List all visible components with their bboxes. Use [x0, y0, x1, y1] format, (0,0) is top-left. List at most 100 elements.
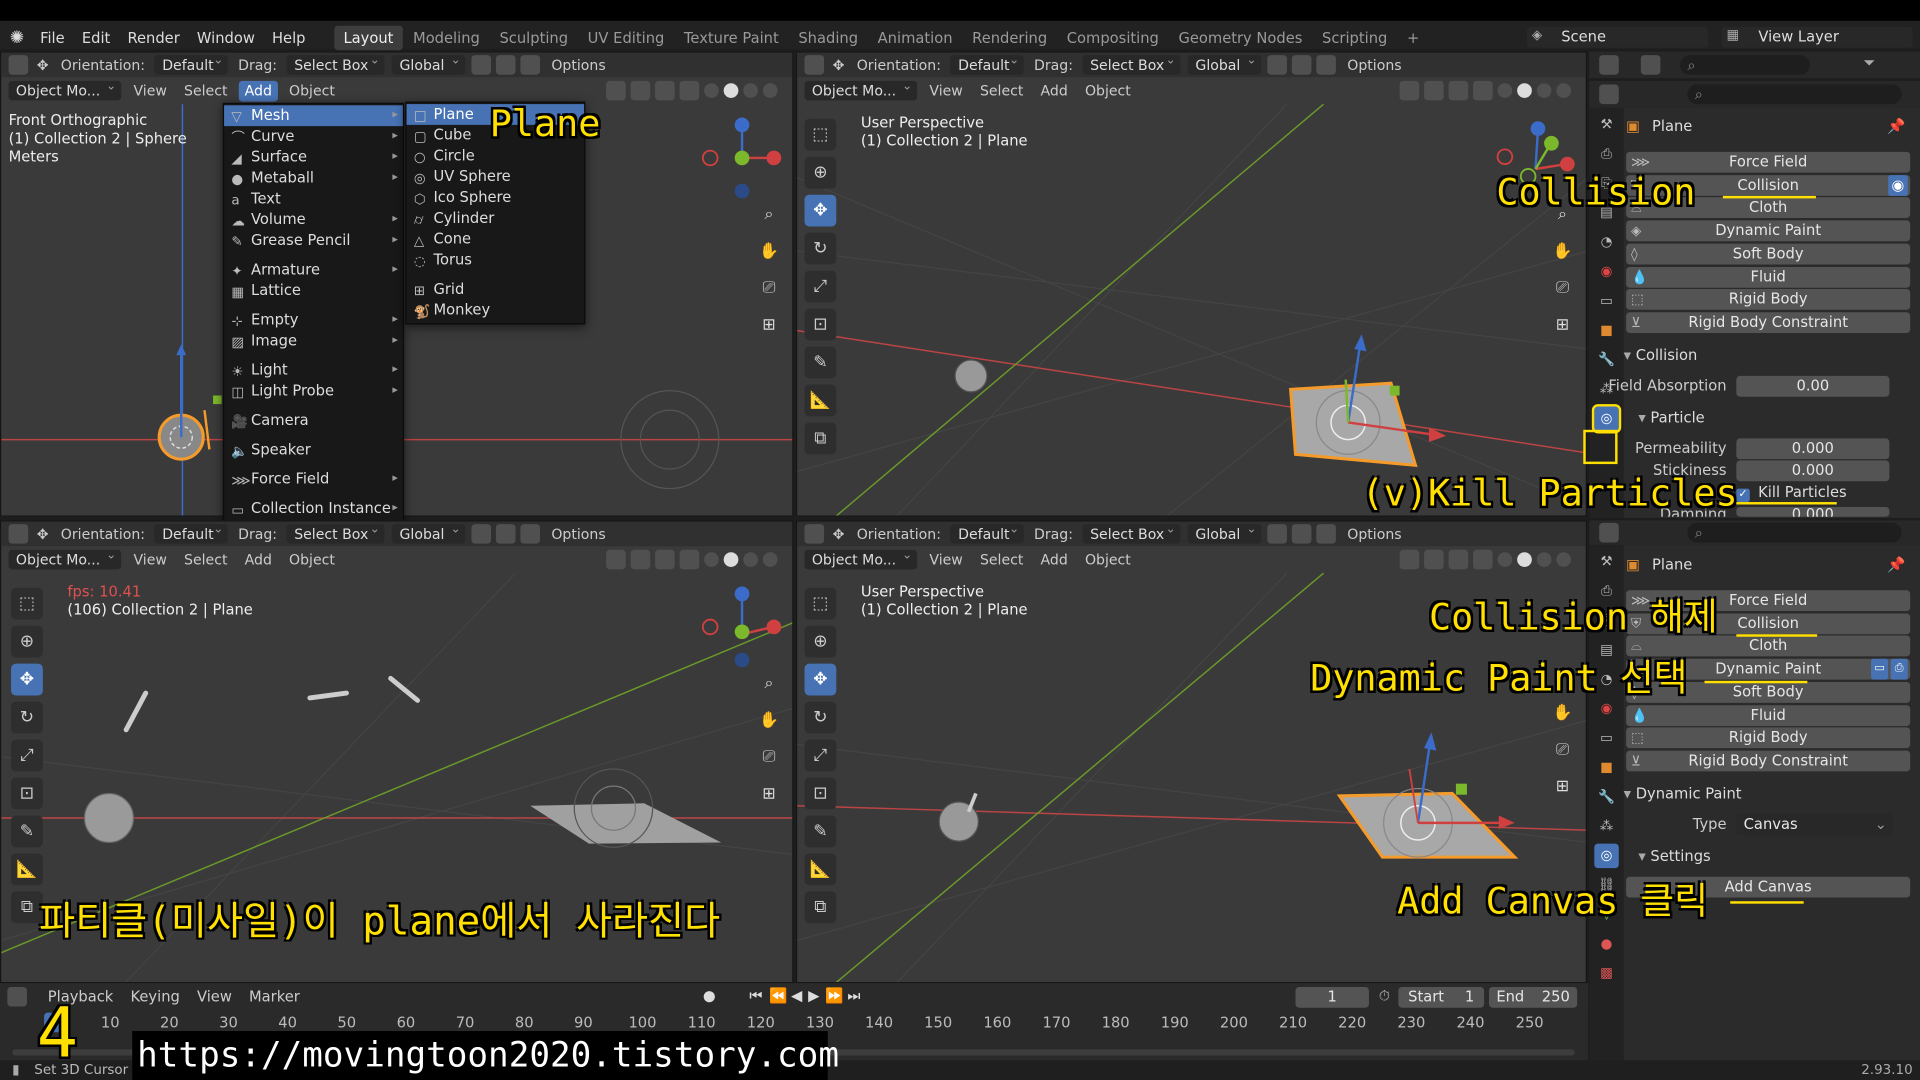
mode-dropdown[interactable]: Object Mo... — [8, 77, 122, 101]
mesh-menu-item-torus[interactable]: ◌ Torus — [407, 250, 585, 271]
select-menu[interactable]: Select — [974, 80, 1030, 101]
mesh-menu-item-cone[interactable]: △ Cone — [407, 229, 585, 250]
workspace-tab-compositing[interactable]: Compositing — [1057, 26, 1169, 50]
gizmo-icon[interactable] — [630, 549, 651, 570]
view-menu[interactable]: View — [127, 80, 173, 101]
orientation-dropdown[interactable]: Default — [154, 522, 229, 544]
transform-tool-icon[interactable]: ⊡ — [804, 777, 837, 810]
cursor-tool-icon[interactable]: ⊕ — [804, 625, 837, 658]
annotate-tool-icon[interactable]: ✎ — [804, 815, 837, 848]
add-menu[interactable]: Add — [1034, 549, 1074, 570]
zoom-icon[interactable]: ⌕ — [756, 202, 783, 229]
add-menu-item-image[interactable]: ▨ Image ▸ — [224, 331, 403, 352]
properties-search-input[interactable]: ⌕ — [1687, 522, 1902, 543]
drag-dropdown[interactable]: Select Box — [286, 53, 385, 75]
particle-section-header[interactable]: ▾ Particle — [1638, 409, 1704, 426]
eye-icon[interactable]: ◉ — [1888, 174, 1908, 196]
wireframe-shading-icon[interactable] — [1497, 83, 1513, 98]
add-menu[interactable]: Add — [239, 549, 279, 570]
add-menu-item-armature[interactable]: ✦ Armature ▸ — [224, 260, 403, 281]
pivot-icon[interactable] — [471, 55, 492, 75]
cursor-tool-icon[interactable]: ⊕ — [804, 156, 837, 189]
add-cube-tool-icon[interactable]: ⧉ — [804, 891, 837, 924]
visibility-icon[interactable] — [606, 549, 626, 570]
pivot-icon[interactable] — [471, 524, 492, 544]
rotate-tool-icon[interactable]: ↻ — [804, 701, 837, 734]
camera-view-icon[interactable]: ⎚ — [1549, 737, 1576, 764]
select-menu[interactable]: Select — [178, 80, 234, 101]
gizmo-icon[interactable] — [1424, 80, 1444, 101]
move-tool-icon[interactable]: ✥ — [804, 194, 837, 227]
mesh-menu-item-cylinder[interactable]: ⌭ Cylinder — [407, 208, 585, 229]
transform-tool-icon[interactable]: ⊡ — [804, 308, 837, 341]
pivot-icon[interactable] — [1267, 524, 1288, 544]
overlay-icon[interactable] — [1448, 80, 1469, 101]
add-menu-item-camera[interactable]: 🎥 Camera — [224, 410, 403, 431]
snap-icon[interactable] — [1292, 524, 1312, 544]
camera-view-icon[interactable]: ⎚ — [1549, 276, 1576, 303]
add-menu[interactable]: Add — [238, 80, 279, 102]
add-menu-item-light[interactable]: ☀ Light ▸ — [224, 360, 403, 381]
options-button[interactable]: Options — [545, 523, 612, 544]
mesh-menu-item-monkey[interactable]: 🐒 Monkey — [407, 300, 585, 321]
current-frame-field[interactable]: 1 — [1295, 986, 1369, 1008]
add-workspace-button[interactable]: + — [1397, 26, 1429, 50]
mode-dropdown[interactable]: Object Mo... — [804, 77, 918, 101]
workspace-tab-geometry-nodes[interactable]: Geometry Nodes — [1169, 26, 1313, 50]
physics-tab-icon[interactable]: ◎ — [1591, 404, 1622, 434]
play-reverse-icon[interactable]: ◀ — [791, 987, 802, 1004]
visibility-toggle-icon[interactable]: ▭ — [1871, 658, 1889, 680]
solid-shading-icon[interactable] — [723, 552, 739, 567]
proportional-icon[interactable] — [1316, 55, 1337, 75]
pan-hand-icon[interactable]: ✋ — [1549, 700, 1576, 727]
add-menu-item-force-field[interactable]: ⋙ Force Field ▸ — [224, 469, 403, 490]
navigation-gizmo[interactable] — [701, 116, 788, 202]
rendered-shading-icon[interactable] — [1556, 552, 1572, 567]
force-field-button[interactable]: ⋙ Force Field — [1626, 151, 1911, 173]
view-menu[interactable]: View — [923, 549, 969, 570]
snap-icon[interactable] — [496, 55, 516, 75]
rotate-tool-icon[interactable]: ↻ — [804, 232, 837, 265]
rendered-shading-icon[interactable] — [762, 552, 778, 567]
add-menu-item-speaker[interactable]: 🔈 Speaker — [224, 440, 403, 461]
rotate-tool-icon[interactable]: ↻ — [11, 701, 43, 734]
workspace-tab-rendering[interactable]: Rendering — [962, 26, 1057, 50]
solid-shading-icon[interactable] — [723, 83, 739, 98]
rendered-shading-icon[interactable] — [1556, 83, 1572, 98]
material-shading-icon[interactable] — [743, 552, 758, 567]
visibility-icon[interactable] — [1399, 549, 1420, 570]
material-shading-icon[interactable] — [743, 83, 758, 98]
view-layer-selector[interactable]: ▦ View Layer — [1721, 26, 1913, 48]
move-tool-icon[interactable]: ✥ — [11, 663, 43, 696]
overlay-icon[interactable] — [655, 80, 675, 101]
viewport-user-persp-top[interactable]: ✥ Orientation: Default Drag: Select Box … — [795, 51, 1587, 517]
menu-window[interactable]: Window — [188, 24, 263, 51]
scale-tool-icon[interactable]: ⤢ — [11, 739, 43, 772]
xray-icon[interactable] — [679, 80, 700, 101]
material-shading-icon[interactable] — [1536, 552, 1552, 567]
select-menu[interactable]: Select — [178, 549, 234, 570]
add-menu-item-text[interactable]: a Text — [224, 189, 403, 210]
permeability-field[interactable]: 0.000 — [1736, 438, 1890, 460]
keying-menu[interactable]: Keying — [124, 986, 186, 1007]
object-menu[interactable]: Object — [283, 549, 341, 570]
editor-type-icon[interactable] — [8, 55, 29, 75]
object-tab-icon[interactable]: ■ — [1594, 756, 1618, 780]
scale-tool-icon[interactable]: ⤢ — [804, 739, 837, 772]
add-menu-item-light-probe[interactable]: ◫ Light Probe ▸ — [224, 381, 403, 402]
grid-toggle-icon[interactable]: ⊞ — [756, 312, 783, 339]
gizmo-icon[interactable] — [630, 80, 651, 101]
modifier-tab-icon[interactable]: 🔧 — [1594, 785, 1618, 809]
add-menu-item-volume[interactable]: ☁ Volume ▸ — [224, 209, 403, 230]
visibility-icon[interactable] — [606, 80, 626, 101]
rigid-body-constraint-button[interactable]: ⊻ Rigid Body Constraint — [1626, 750, 1911, 772]
stickiness-field[interactable]: 0.000 — [1736, 460, 1890, 482]
add-menu-item-collection-instance[interactable]: ▭ Collection Instance ▸ — [224, 498, 403, 519]
pan-hand-icon[interactable]: ✋ — [756, 708, 783, 735]
editor-type-icon[interactable] — [8, 524, 29, 544]
outliner-search-input[interactable]: ⌕ — [1680, 55, 1810, 75]
workspace-tab-sculpting[interactable]: Sculpting — [490, 26, 578, 50]
play-icon[interactable]: ▶ — [808, 987, 819, 1004]
workspace-tab-scripting[interactable]: Scripting — [1312, 26, 1397, 50]
workspace-tab-animation[interactable]: Animation — [868, 26, 963, 50]
